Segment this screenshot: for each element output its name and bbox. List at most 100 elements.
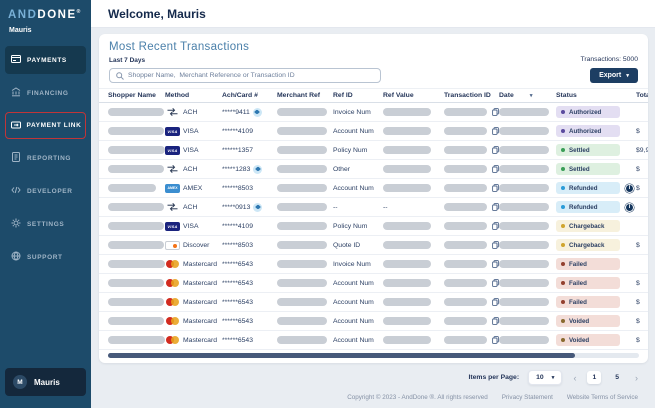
table-row[interactable]: ACH *****9411 Invoice Num Authorized <box>99 103 648 122</box>
merchant-ref-placeholder <box>277 203 327 211</box>
status-dot-icon <box>561 300 565 304</box>
ref-value-placeholder <box>383 298 431 306</box>
method-cell: Mastercard <box>165 335 222 345</box>
ach-card-cell: ******4109 <box>222 128 277 135</box>
copy-icon[interactable] <box>492 127 499 135</box>
sidebar-item-reporting[interactable]: REPORTING <box>5 144 86 172</box>
status-dot-icon <box>561 319 565 323</box>
status-cell: Refundedi <box>556 201 636 213</box>
info-icon[interactable]: i <box>625 203 634 212</box>
table-row[interactable]: AMEXAMEX ******8503 Account Num Refunded… <box>99 179 648 198</box>
scrollbar-thumb[interactable] <box>108 353 575 358</box>
transaction-id-placeholder <box>444 184 487 192</box>
shopper-name-placeholder <box>108 184 156 192</box>
sidebar-item-payments[interactable]: PAYMENTS <box>5 46 86 74</box>
status-dot-icon <box>561 243 565 247</box>
brand-logo[interactable]: ANDDONE® <box>0 0 91 23</box>
copy-icon[interactable] <box>492 317 499 325</box>
date-placeholder <box>499 298 549 306</box>
terms-of-service-link[interactable]: Website Terms of Service <box>567 394 638 401</box>
status-cell: Settled <box>556 144 636 156</box>
ach-card-cell: *****0913 <box>222 203 277 212</box>
visa-icon: VISA <box>165 127 180 136</box>
ach-card-cell: ******4109 <box>222 223 277 230</box>
copy-icon[interactable] <box>492 165 499 173</box>
table-row[interactable]: Mastercard ******6543 Account Num Failed… <box>99 293 648 312</box>
visa-icon: VISA <box>165 146 180 155</box>
table-row[interactable]: ACH *****0913 -- -- Refundedi <box>99 198 648 217</box>
brand-logo-prefix: AND <box>8 9 37 21</box>
merchant-ref-cell <box>277 203 333 211</box>
search-input[interactable] <box>128 72 374 79</box>
table-row[interactable]: ACH *****1283 Other Settled $ <box>99 160 648 179</box>
eye-icon[interactable] <box>253 108 262 117</box>
date-filter-caret-icon[interactable]: ▾ <box>530 93 533 99</box>
items-per-page-select[interactable]: 10▾ <box>528 370 562 385</box>
copy-icon[interactable] <box>492 203 499 211</box>
date-placeholder <box>499 108 549 116</box>
table-row[interactable]: VISAVISA ******4109 Account Num Authoriz… <box>99 122 648 141</box>
next-page-icon[interactable]: › <box>633 373 640 383</box>
eye-icon[interactable] <box>253 203 262 212</box>
merchant-ref-cell <box>277 317 333 325</box>
sidebar-item-developer[interactable]: DEVELOPER <box>5 177 86 205</box>
page-number-current[interactable]: 1 <box>587 371 601 384</box>
shopper-name-cell <box>108 260 165 268</box>
sidebar-item-settings[interactable]: SETTINGS <box>5 210 86 238</box>
eye-icon[interactable] <box>253 165 262 174</box>
top-bar: Welcome, Mauris <box>91 0 655 28</box>
table-row[interactable]: VISAVISA ******1357 Policy Num Settled $… <box>99 141 648 160</box>
transaction-id-cell <box>444 108 499 116</box>
ref-value-cell <box>383 146 444 154</box>
status-cell: Voided <box>556 315 636 327</box>
sidebar-item-payment-link[interactable]: PAYMENT LINK <box>5 112 86 139</box>
horizontal-scrollbar[interactable] <box>108 353 639 358</box>
copy-icon[interactable] <box>492 222 499 230</box>
date-placeholder <box>499 279 549 287</box>
info-icon[interactable]: i <box>625 184 634 193</box>
table-row[interactable]: Discover ******8503 Quote ID Chargeback … <box>99 236 648 255</box>
table-row[interactable]: Mastercard ******6543 Account Num Voided… <box>99 312 648 331</box>
copy-icon[interactable] <box>492 298 499 306</box>
merchant-ref-placeholder <box>277 222 327 230</box>
ach-icon <box>165 165 180 173</box>
copy-icon[interactable] <box>492 260 499 268</box>
merchant-ref-placeholder <box>277 108 327 116</box>
copy-icon[interactable] <box>492 108 499 116</box>
sidebar-item-support[interactable]: SUPPORT <box>5 243 86 271</box>
copy-icon[interactable] <box>492 241 499 249</box>
total-amount-cell: $ <box>636 299 648 306</box>
prev-page-icon[interactable]: ‹ <box>571 373 578 383</box>
copy-icon[interactable] <box>492 184 499 192</box>
table-row[interactable]: Mastercard ******6543 Account Num Failed… <box>99 274 648 293</box>
table-row[interactable]: Mastercard ******6543 Account Num Voided… <box>99 331 648 350</box>
col-ref-value: Ref Value <box>383 92 444 99</box>
sidebar-item-financing[interactable]: FINANCING <box>5 79 86 107</box>
sidebar-profile[interactable]: M Mauris <box>5 368 86 396</box>
page-number-last[interactable]: 5 <box>610 371 624 384</box>
method-cell: Mastercard <box>165 259 222 269</box>
ref-value-cell <box>383 298 444 306</box>
ref-value-placeholder <box>383 127 431 135</box>
merchant-ref-cell <box>277 336 333 344</box>
date-cell <box>499 336 556 344</box>
date-placeholder <box>499 317 549 325</box>
copy-icon[interactable] <box>492 279 499 287</box>
status-cell: Chargeback <box>556 239 636 251</box>
export-button[interactable]: Export▾ <box>590 68 638 83</box>
ref-id-cell: Policy Num <box>333 147 383 154</box>
status-cell: Failed <box>556 277 636 289</box>
table-row[interactable]: VISAVISA ******4109 Policy Num Chargebac… <box>99 217 648 236</box>
transaction-id-cell <box>444 184 499 192</box>
copy-icon[interactable] <box>492 146 499 154</box>
table-row[interactable]: Mastercard ******6543 Invoice Num Failed <box>99 255 648 274</box>
col-merchant-ref: Merchant Ref <box>277 92 333 99</box>
col-ref-id: Ref ID <box>333 92 383 99</box>
method-cell: ACH <box>165 203 222 211</box>
privacy-statement-link[interactable]: Privacy Statement <box>502 394 553 401</box>
ref-value-cell <box>383 184 444 192</box>
ref-value-cell: -- <box>383 204 444 211</box>
copy-icon[interactable] <box>492 336 499 344</box>
ach-card-cell: ******6543 <box>222 261 277 268</box>
status-cell: Authorized <box>556 106 636 118</box>
